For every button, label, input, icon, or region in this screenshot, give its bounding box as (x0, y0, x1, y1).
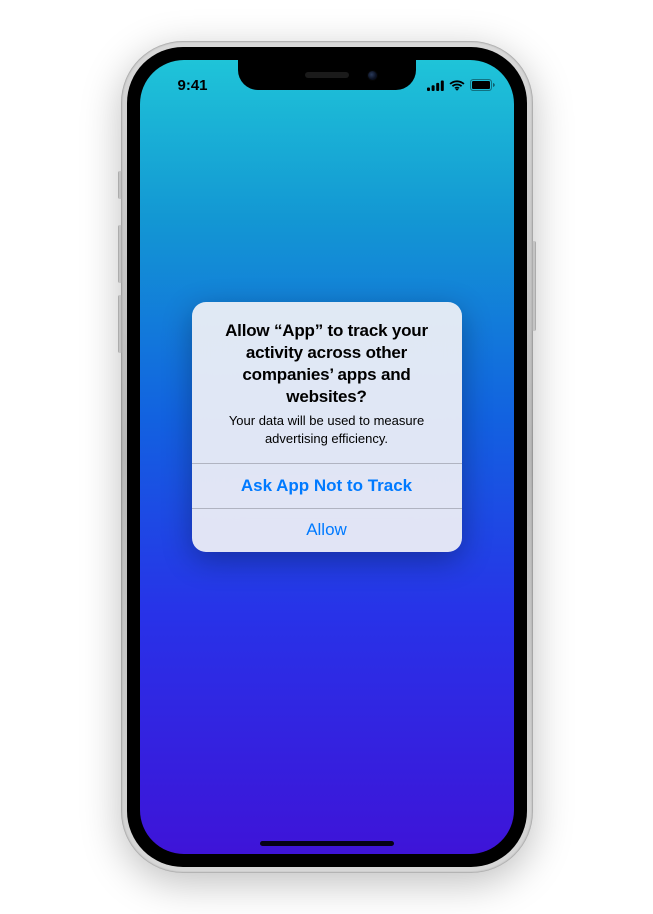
cellular-signal-icon (427, 80, 444, 91)
ask-not-to-track-button[interactable]: Ask App Not to Track (192, 464, 462, 508)
volume-down-button (118, 295, 122, 353)
dialog-title: Allow “App” to track your activity acros… (208, 320, 446, 408)
power-button (532, 241, 536, 331)
dialog-backdrop: Allow “App” to track your activity acros… (140, 60, 514, 854)
dialog-body: Allow “App” to track your activity acros… (192, 302, 462, 463)
earpiece-speaker (305, 72, 349, 78)
dialog-message: Your data will be used to measure advert… (208, 412, 446, 447)
wifi-icon (449, 80, 465, 91)
front-camera (367, 70, 378, 81)
volume-up-button (118, 225, 122, 283)
home-indicator[interactable] (260, 841, 394, 846)
status-time: 9:41 (177, 77, 207, 94)
phone-bezel: 9:41 (127, 47, 527, 867)
tracking-permission-dialog: Allow “App” to track your activity acros… (192, 302, 462, 552)
notch (238, 60, 416, 90)
allow-button[interactable]: Allow (192, 508, 462, 552)
phone-device-frame: 9:41 (121, 41, 533, 873)
silence-switch (118, 171, 122, 199)
screen: 9:41 (140, 60, 514, 854)
battery-icon (470, 79, 495, 91)
